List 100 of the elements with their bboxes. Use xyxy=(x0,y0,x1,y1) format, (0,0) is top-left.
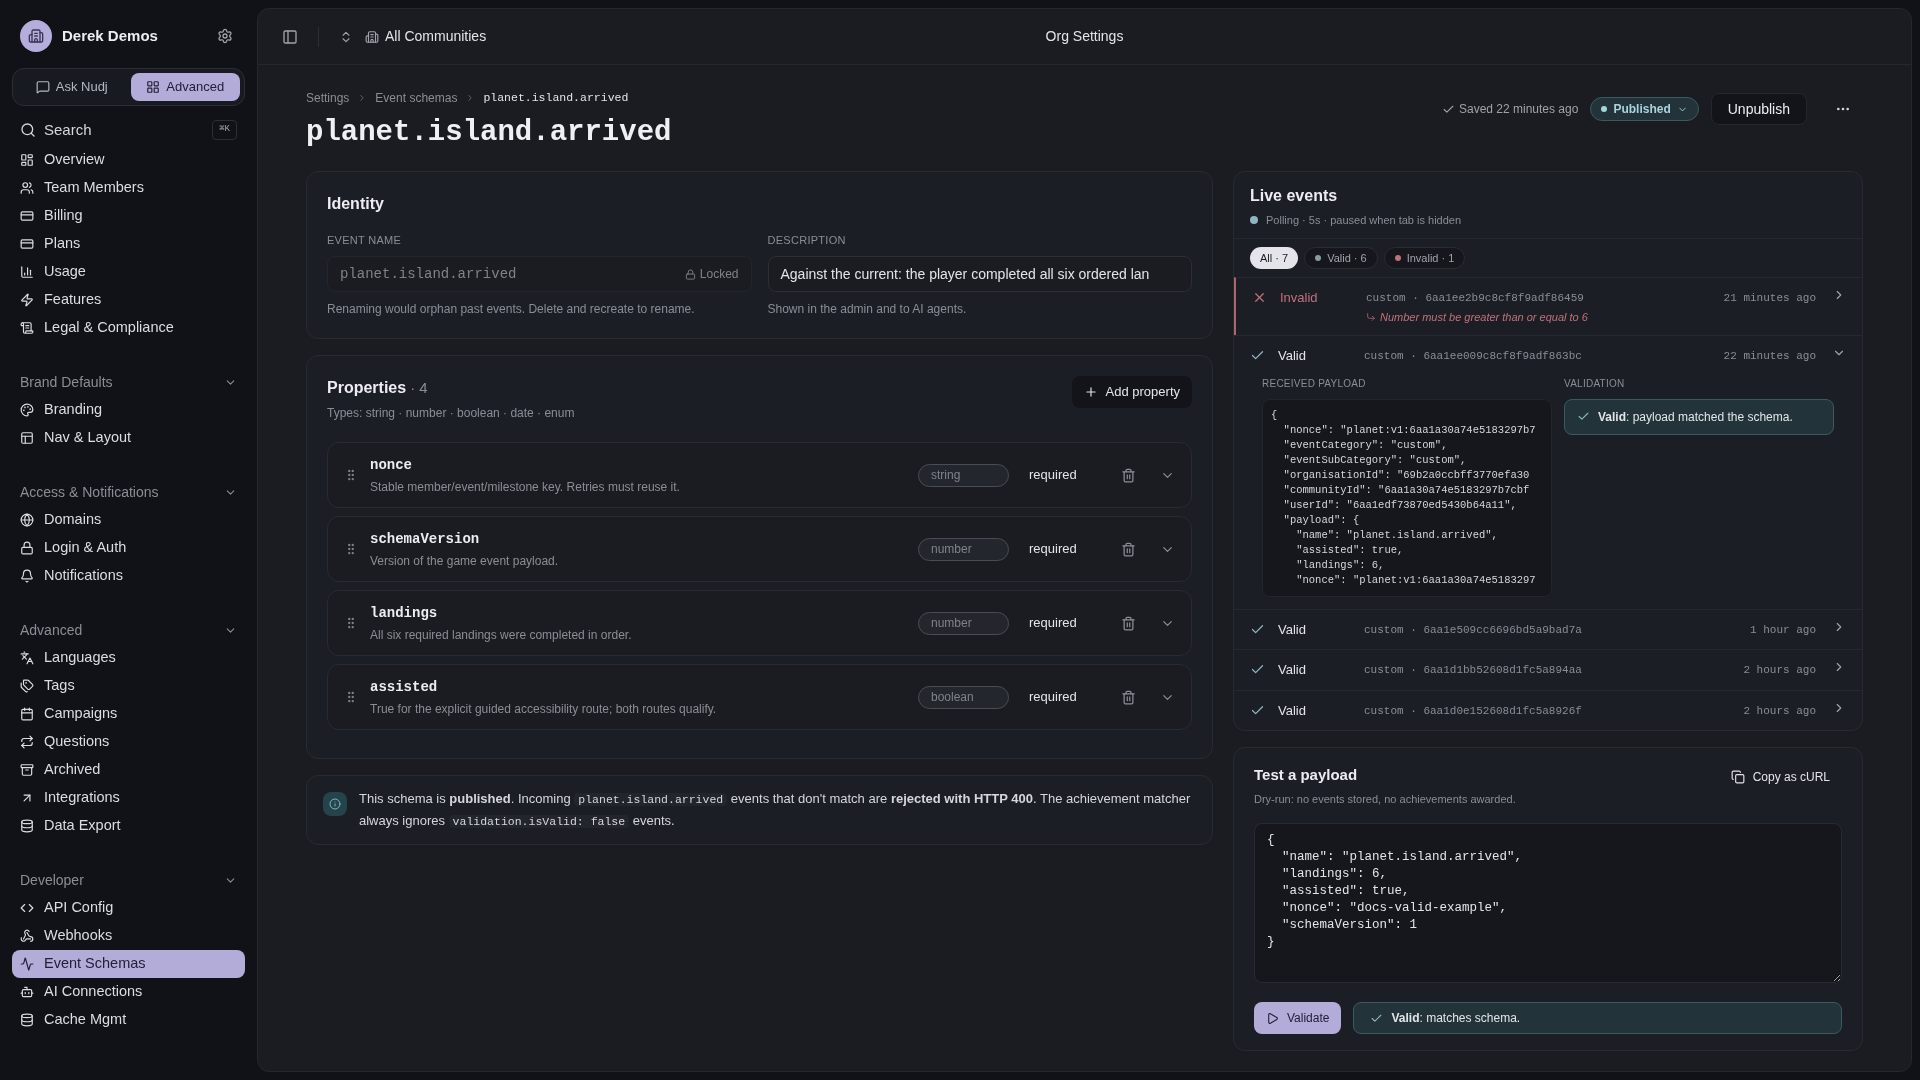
filter-chip[interactable]: Invalid · 1 xyxy=(1383,247,1466,269)
translate-icon xyxy=(20,651,34,665)
calendar-icon xyxy=(20,707,34,721)
event-source: custom · 6aa1ee2b9c8cf8f9adf86459 xyxy=(1366,291,1585,306)
card-subtitle: Dry-run: no events stored, no achievements awarded. xyxy=(1254,791,1516,807)
property-count: · 4 xyxy=(410,378,428,398)
section-header[interactable]: Advanced xyxy=(20,619,83,641)
sidebar-toggle-icon[interactable] xyxy=(282,28,298,45)
tags-icon xyxy=(20,679,34,693)
nav-item[interactable]: Login & Auth xyxy=(12,534,245,562)
search-field[interactable]: Search ⌘K xyxy=(12,114,245,146)
nav-item[interactable]: Overview xyxy=(12,146,245,174)
nav-item[interactable]: Campaigns xyxy=(12,700,245,728)
property-description: Version of the game event payload. xyxy=(370,552,560,570)
field-label: DESCRIPTION xyxy=(767,232,847,248)
nav-item[interactable]: Event Schemas xyxy=(12,950,245,978)
type-select[interactable]: number xyxy=(918,611,1009,635)
field-label: EVENT NAME xyxy=(327,232,403,248)
search-icon xyxy=(20,122,36,138)
trash-icon[interactable] xyxy=(1121,541,1136,557)
event-time: 1 hour ago xyxy=(1750,622,1816,638)
nav-item[interactable]: Notifications xyxy=(12,562,245,590)
required-label: required xyxy=(1029,540,1078,559)
nav-item[interactable]: Usage xyxy=(12,258,245,286)
robot-icon xyxy=(20,985,34,999)
dashboard-icon xyxy=(20,153,34,167)
filter-chip[interactable]: Valid · 6 xyxy=(1304,247,1378,269)
field-hint: Renaming would orphan past events. Delete and recreate to rename. xyxy=(327,301,696,318)
event-status: Valid xyxy=(1278,347,1307,365)
breadcrumb-link[interactable]: Settings xyxy=(306,89,350,107)
saved-status: Saved 22 minutes ago xyxy=(1458,101,1579,118)
copy-curl-button[interactable]: Copy as cURL xyxy=(1730,768,1830,786)
nav-item[interactable]: Team Members xyxy=(12,174,245,202)
settings-icon[interactable] xyxy=(217,28,233,44)
validation-result: Valid: matches schema. xyxy=(1353,1002,1842,1034)
repeat-icon xyxy=(20,735,34,749)
event-summary[interactable]: Valid custom · 6aa1ee009c8cf8f9adf863bc 22 minutes ago xyxy=(1234,336,1862,376)
type-select[interactable]: boolean xyxy=(918,685,1009,709)
event-summary[interactable]: Valid custom · 6aa1d0e152608d1fc5a8926f 2 hours ago xyxy=(1234,690,1862,730)
lock-icon xyxy=(684,268,696,280)
notice-text: This schema is published. Incoming planet.island.arrived events that don't match are rejected with HTTP 400. The achievement matcher always ignores validation.isValid: false events. xyxy=(359,790,1192,830)
event-summary[interactable]: Invalid custom · 6aa1ee2b9c8cf8f9adf86459 Number must be greater than or equal to 6 21 minutes ago xyxy=(1236,278,1862,335)
nav-item[interactable]: Webhooks xyxy=(12,922,245,950)
published-status-button[interactable]: Published xyxy=(1590,97,1699,121)
copy-icon xyxy=(1730,770,1745,784)
event-summary[interactable]: Valid custom · 6aa1e509cc6696bd5a9bad7a 1 hour ago xyxy=(1234,609,1862,649)
validate-button[interactable]: Validate xyxy=(1254,1002,1342,1034)
palette-icon xyxy=(20,403,34,417)
webhook-icon xyxy=(20,929,34,943)
page-title: planet.island.arrived xyxy=(306,115,672,151)
card-title: Live events xyxy=(1250,185,1339,206)
nav-item[interactable]: Plans xyxy=(12,230,245,258)
section-header[interactable]: Developer xyxy=(20,869,84,891)
lock-icon xyxy=(20,541,34,555)
event-name-field[interactable]: planet.island.arrived Locked xyxy=(327,256,752,292)
card-title: Test a payload xyxy=(1254,765,1359,785)
nav-item[interactable]: Questions xyxy=(12,728,245,756)
trash-icon[interactable] xyxy=(1121,615,1136,631)
required-label: required xyxy=(1029,614,1078,633)
grid-icon xyxy=(146,80,161,94)
mode-tab[interactable]: Advanced xyxy=(130,73,240,101)
breadcrumb-link[interactable]: Event schemas xyxy=(375,89,458,107)
database-icon xyxy=(20,819,34,833)
trash-icon[interactable] xyxy=(1121,467,1136,483)
section-header[interactable]: Brand Defaults xyxy=(20,371,113,393)
add-property-button[interactable]: Add property xyxy=(1071,376,1192,408)
field-hint: Shown in the admin and to AI agents. xyxy=(767,301,968,318)
description-field[interactable]: Against the current: the player completed all six ordered lan xyxy=(767,256,1192,292)
database-icon xyxy=(20,1013,34,1027)
nav-item[interactable]: Languages xyxy=(12,644,245,672)
nav-item[interactable]: Nav & Layout xyxy=(12,424,245,452)
info-icon xyxy=(323,792,347,816)
nav-item[interactable]: Tags xyxy=(12,672,245,700)
payload-editor[interactable]: { "name": "planet.island.arrived", "landings": 6, "assisted": true, "nonce": "docs-valid-example", "schemaVersion": 1 } xyxy=(1254,823,1842,983)
nav-item[interactable]: Billing xyxy=(12,202,245,230)
locked-label: Locked xyxy=(699,266,739,283)
type-select[interactable]: number xyxy=(918,537,1009,561)
mode-tab[interactable]: Ask Nudj xyxy=(17,73,127,101)
nav-item[interactable]: Data Export xyxy=(12,812,245,840)
type-select[interactable]: string xyxy=(918,463,1009,487)
nav-item[interactable]: Branding xyxy=(12,396,245,424)
nav-item[interactable]: Integrations xyxy=(12,784,245,812)
nav-item[interactable]: Archived xyxy=(12,756,245,784)
nav-item[interactable]: API Config xyxy=(12,894,245,922)
filter-chip[interactable]: All · 7 xyxy=(1250,247,1299,269)
community-selector[interactable]: All Communities xyxy=(385,26,487,47)
nav-item[interactable]: Domains xyxy=(12,506,245,534)
nav-item[interactable]: Legal & Compliance xyxy=(12,314,245,342)
nav-item[interactable]: Features xyxy=(12,286,245,314)
event-summary[interactable]: Valid custom · 6aa1d1bb52608d1fc5a894aa 2 hours ago xyxy=(1234,650,1862,690)
unpublish-button[interactable]: Unpublish xyxy=(1710,93,1807,125)
card-icon xyxy=(20,209,34,223)
nav-item[interactable]: Cache Mgmt xyxy=(12,1006,245,1034)
event-time: 2 hours ago xyxy=(1743,703,1816,719)
code-icon xyxy=(20,901,34,915)
trash-icon[interactable] xyxy=(1121,689,1136,705)
nav-item[interactable]: AI Connections xyxy=(12,978,245,1006)
building-icon xyxy=(28,28,44,44)
section-header[interactable]: Access & Notifications xyxy=(20,481,159,503)
payload-code: { "nonce": "planet:v1:6aa1a30a74e5183297b7 "eventCategory": "custom", "eventSubCategory": "custom", "organisationId": "69b2a0ccbff3770efa30 "communityId": "6aa1a30a74e5183297b7cbf "userId": "6aa1edf73870ed5430b64a11", "payload": { "name": "planet.island.arrived", "assisted": true, "landings": 6, "nonce": "planet:v1:6aa1a30a74e5183297 xyxy=(1262,398,1552,597)
